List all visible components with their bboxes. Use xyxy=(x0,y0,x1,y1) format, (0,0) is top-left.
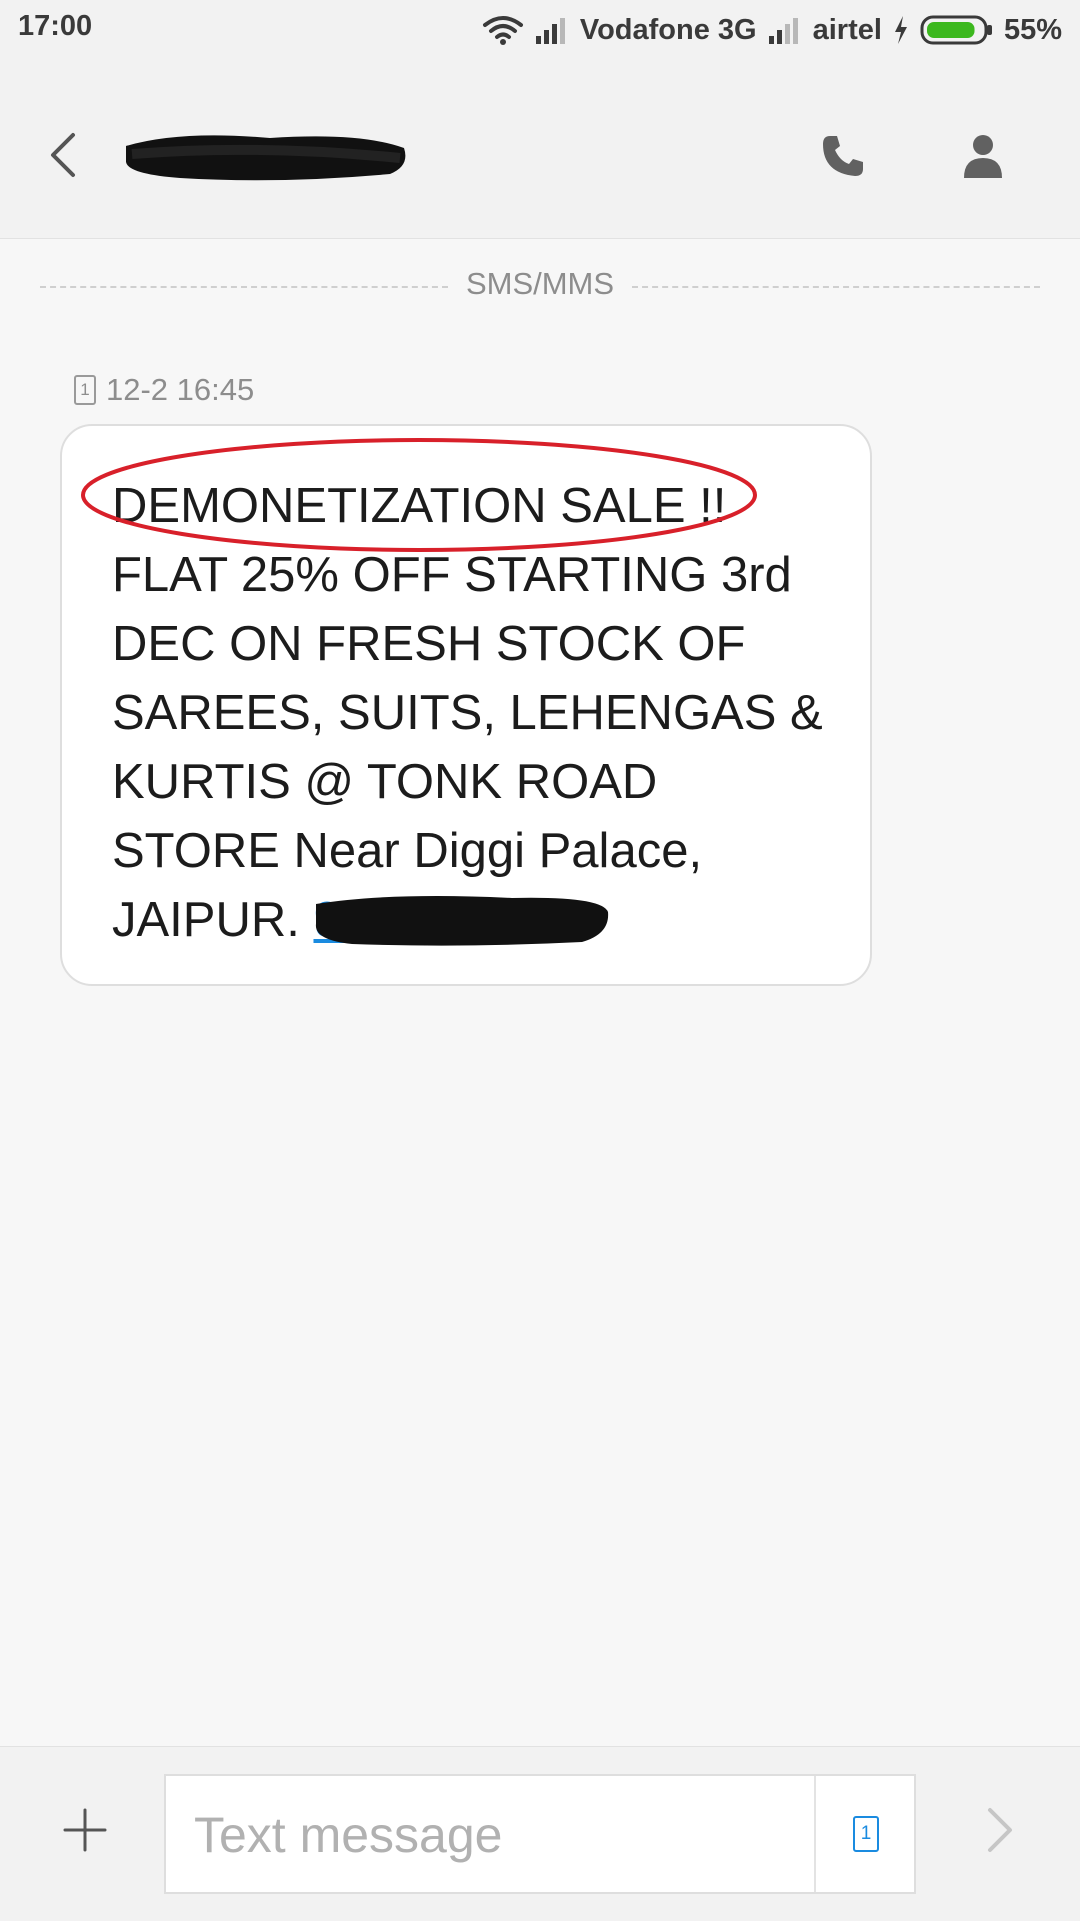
carrier1-label: Vodafone 3G xyxy=(579,13,757,46)
call-button[interactable] xyxy=(805,118,880,193)
plus-icon xyxy=(63,1808,107,1852)
message-meta: 1 12-2 16:45 xyxy=(74,370,254,410)
sim-select-button[interactable]: 1 xyxy=(816,1776,916,1892)
back-button[interactable] xyxy=(28,110,98,200)
status-time: 17:00 xyxy=(18,10,93,42)
sim-card-icon: 1 xyxy=(74,375,96,405)
message-input-box: 1 xyxy=(164,1774,916,1894)
signal-icon xyxy=(767,16,803,44)
signal-icon xyxy=(534,16,570,44)
channel-divider: SMS/MMS xyxy=(40,266,1040,306)
channel-label: SMS/MMS xyxy=(465,266,615,301)
add-attachment-button[interactable] xyxy=(55,1800,115,1860)
chevron-left-icon xyxy=(51,133,75,177)
sim-card-icon: 1 xyxy=(853,1816,879,1852)
phone-redaction xyxy=(315,896,609,946)
send-button[interactable] xyxy=(970,1800,1030,1860)
person-icon xyxy=(963,134,1002,178)
status-indicators: Vodafone 3G airtel 55% xyxy=(482,10,1062,50)
contact-name-redacted xyxy=(120,124,410,186)
charging-icon xyxy=(892,15,910,45)
carrier2-label: airtel xyxy=(812,13,882,46)
wifi-icon xyxy=(482,15,524,45)
battery-percent: 55% xyxy=(1003,13,1062,46)
message-input[interactable] xyxy=(194,1800,814,1870)
chevron-right-icon xyxy=(988,1808,1012,1852)
phone-icon xyxy=(822,135,863,176)
battery-icon xyxy=(920,14,994,46)
divider-line xyxy=(632,286,1040,288)
annotation-ellipse xyxy=(81,438,757,552)
contact-profile-button[interactable] xyxy=(945,118,1020,193)
divider-line xyxy=(40,286,448,288)
message-timestamp: 12-2 16:45 xyxy=(106,372,255,407)
